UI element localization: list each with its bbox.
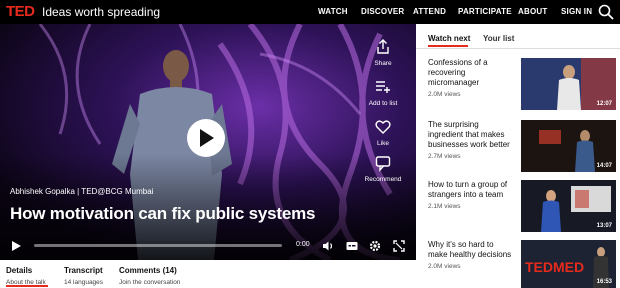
recommend-action[interactable]: Recommend xyxy=(359,154,407,183)
svg-text:TEDMED: TEDMED xyxy=(525,259,584,275)
rec-duration: 13:07 xyxy=(596,223,612,229)
recommended-talk[interactable]: Why it's so hard to make healthy decisio… xyxy=(428,240,616,288)
like-label: Like xyxy=(377,140,389,147)
nav-participate[interactable]: PARTICIPATE xyxy=(458,7,512,16)
recommended-talk[interactable]: Confessions of a recovering micromanager… xyxy=(428,58,616,112)
nav-about[interactable]: ABOUT xyxy=(518,7,547,16)
settings-icon[interactable] xyxy=(369,240,381,252)
tab-details-title: Details xyxy=(6,266,33,275)
talk-title: How motivation can fix public systems xyxy=(10,204,316,223)
nav-watch[interactable]: WATCH xyxy=(318,7,348,16)
watch-next-panel: Watch next Your list Confessions of a re… xyxy=(416,24,620,288)
tab-watch-next[interactable]: Watch next xyxy=(428,34,470,43)
progress-bar[interactable] xyxy=(34,244,282,247)
video-player[interactable]: Share Add to list Like Recommend Abhishe… xyxy=(0,24,416,260)
play-small-icon[interactable] xyxy=(10,240,22,252)
nav-sign-in[interactable]: SIGN IN xyxy=(561,7,592,16)
tagline: Ideas worth spreading xyxy=(42,5,161,19)
play-button[interactable] xyxy=(187,119,225,157)
active-tab-indicator xyxy=(6,285,48,287)
play-icon xyxy=(200,129,214,147)
add-to-list-action[interactable]: Add to list xyxy=(359,78,407,107)
tab-your-list[interactable]: Your list xyxy=(483,34,514,43)
player-controls: 0:00 xyxy=(0,234,416,260)
rec-views: 2.1M views xyxy=(428,203,461,210)
tab-transcript-title: Transcript xyxy=(64,266,103,275)
tab-transcript-sub: 14 languages xyxy=(64,279,104,286)
ted-logo[interactable]: TED xyxy=(6,3,35,20)
share-label: Share xyxy=(374,60,392,67)
share-icon xyxy=(377,39,389,54)
tab-comments-title: Comments (14) xyxy=(119,266,177,275)
heart-icon xyxy=(375,120,391,134)
rec-title: How to turn a group of strangers into a … xyxy=(428,180,508,199)
share-action[interactable]: Share xyxy=(359,38,407,67)
nav-attend[interactable]: ATTEND xyxy=(413,7,446,16)
rec-views: 2.0M views xyxy=(428,91,461,98)
search-icon[interactable] xyxy=(598,4,614,20)
tab-transcript[interactable]: Transcript 14 languages xyxy=(64,266,103,286)
rec-duration: 16:53 xyxy=(596,279,612,285)
captions-icon[interactable] xyxy=(346,240,358,252)
rec-views: 2.0M views xyxy=(428,263,461,270)
recommended-talk[interactable]: How to turn a group of strangers into a … xyxy=(428,180,616,234)
like-action[interactable]: Like xyxy=(359,118,407,147)
add-to-list-icon xyxy=(376,81,390,93)
rec-thumbnail: 12:07 xyxy=(521,58,616,110)
top-nav-bar: TED Ideas worth spreading WATCH DISCOVER… xyxy=(0,0,620,24)
rec-duration: 14:07 xyxy=(596,163,612,169)
tab-comments[interactable]: Comments (14) Join the conversation xyxy=(119,266,180,286)
speaker-event: Abhishek Gopalka | TED@BCG Mumbai xyxy=(10,187,154,196)
rec-title: The surprising ingredient that makes bus… xyxy=(428,120,510,149)
recommend-icon xyxy=(375,156,391,172)
rec-thumbnail: 13:07 xyxy=(521,180,616,232)
panel-tab-indicator xyxy=(428,45,468,47)
rec-title: Why it's so hard to make healthy decisio… xyxy=(428,240,512,259)
recommended-talk[interactable]: The surprising ingredient that makes bus… xyxy=(428,120,616,174)
rec-title: Confessions of a recovering micromanager xyxy=(428,58,488,87)
panel-divider xyxy=(416,48,620,49)
nav-discover[interactable]: DISCOVER xyxy=(361,7,404,16)
time-display: 0:00 xyxy=(296,241,310,248)
tab-details[interactable]: Details About the talk xyxy=(6,266,46,286)
add-to-list-label: Add to list xyxy=(368,100,398,107)
fullscreen-icon[interactable] xyxy=(393,240,405,252)
rec-views: 2.7M views xyxy=(428,153,461,160)
volume-icon[interactable] xyxy=(322,240,334,252)
tab-comments-sub: Join the conversation xyxy=(119,279,181,286)
recommend-label: Recommend xyxy=(364,176,402,183)
rec-duration: 12:07 xyxy=(596,101,612,107)
rec-thumbnail: TEDMED 16:53 xyxy=(521,240,616,288)
rec-thumbnail: 14:07 xyxy=(521,120,616,172)
